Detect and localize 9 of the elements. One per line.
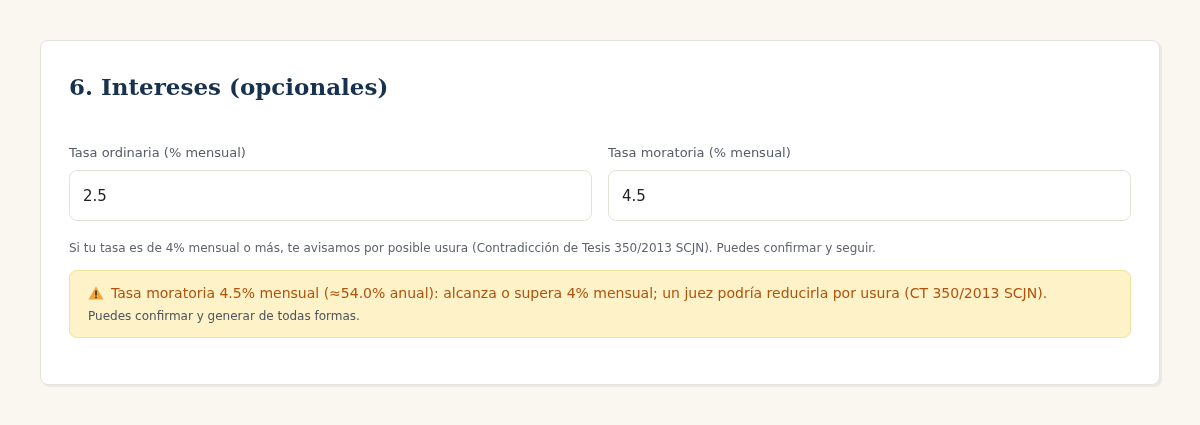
section-title: 6. Intereses (opcionales) [69,72,390,102]
hint-text: Si tu tasa es de 4% mensual o más, te avisamos por posible usura (Contradicción de Tesis 350/2013 SCJN). Puedes confirmar y seguir. [69,240,877,256]
warning-icon [88,286,104,300]
input-field[interactable]: 2.5 [69,170,592,221]
warning-message: Tasa moratoria 4.5% mensual (≈54.0% anual): alcanza o supera 4% mensual; un juez podría reducirla por usura (CT 350/2013 SCJN). [111,284,1048,303]
field-label: Tasa moratoria (% mensual) [608,144,792,162]
warning-note: Puedes confirmar y generar de todas formas. [88,309,361,323]
field-label: Tasa ordinaria (% mensual) [69,144,247,162]
input-field[interactable]: 4.5 [608,170,1131,221]
